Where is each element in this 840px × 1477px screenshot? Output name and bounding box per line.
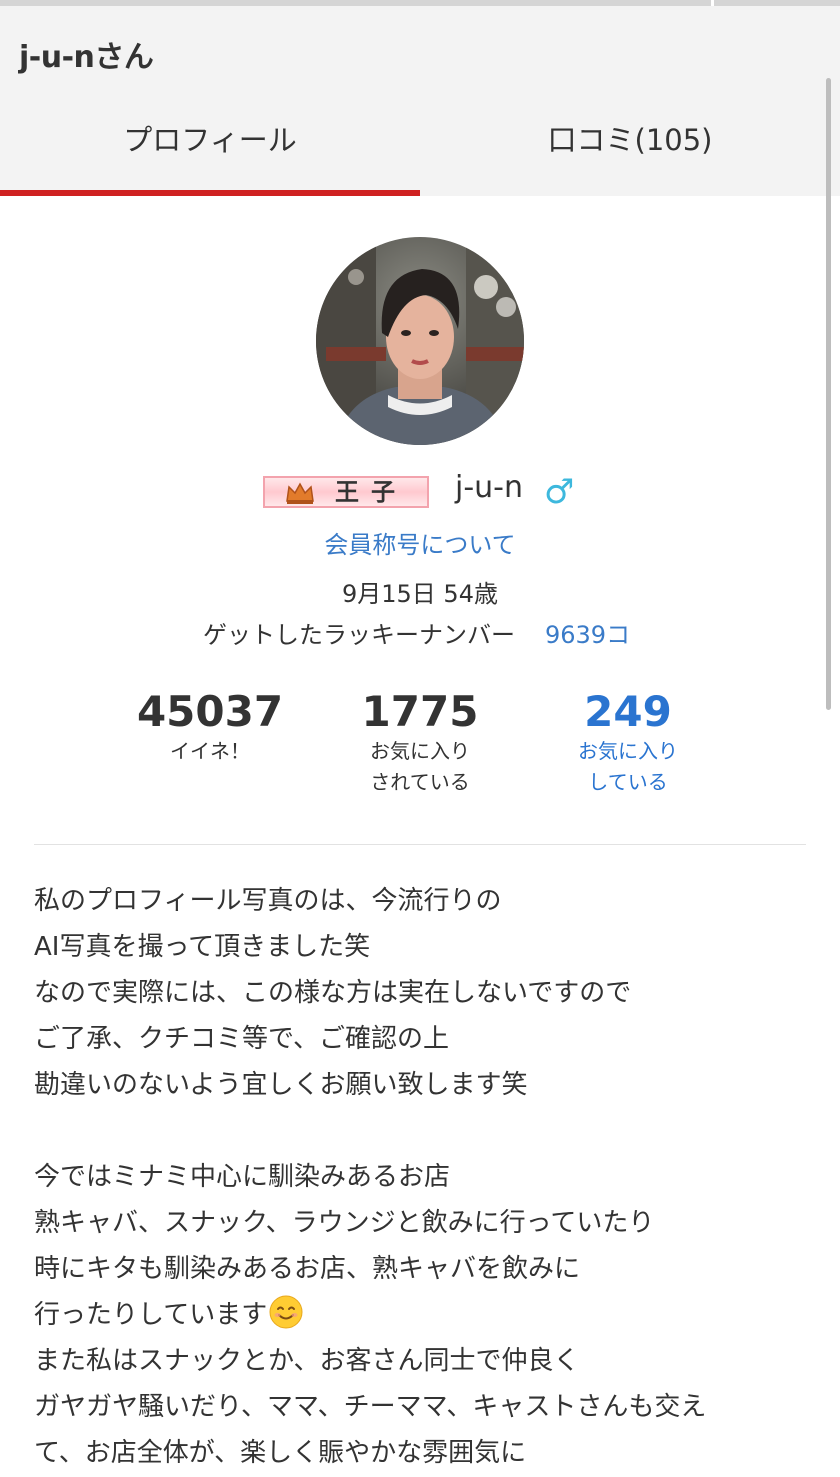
bio-line: 勘違いのないよう宜しくお願い致します笑	[34, 1070, 528, 1100]
bio-line: ガヤガヤ騒いだり、ママ、チーママ、キャストさんも交え	[34, 1392, 707, 1422]
stat-value: 45037	[136, 687, 284, 736]
lucky-number-value[interactable]: 9639コ	[545, 615, 630, 650]
male-icon: ♂	[544, 472, 575, 512]
name-row: 王子 j-u-n ♂	[0, 468, 840, 514]
bio-line: 今ではミナミ中心に馴染みあるお店	[34, 1162, 451, 1192]
birthday-age: 9月15日 54歳	[342, 580, 498, 608]
bio-line: 時にキタも馴染みあるお店、熟キャバを飲みに	[34, 1254, 581, 1284]
stat-value: 249	[584, 687, 672, 736]
stat-likes: 45037 イイネ！	[100, 688, 320, 767]
stat-label: している	[588, 770, 668, 794]
lucky-number-label: ゲットしたラッキーナンバー	[203, 621, 515, 649]
rank-label: 王子	[335, 478, 407, 506]
stat-label: お気に入り	[578, 739, 678, 763]
bio-line: なので実際には、この様な方は実在しないですので	[34, 978, 632, 1008]
scrollbar[interactable]	[826, 78, 831, 710]
username: j-u-n	[455, 470, 524, 505]
bio-line: ご了承、クチコミ等で、ご確認の上	[34, 1024, 449, 1054]
avatar[interactable]	[316, 237, 524, 445]
rank-badge[interactable]: 王子	[263, 476, 429, 508]
smiling-face-emoji-icon	[269, 1295, 303, 1329]
tab-profile[interactable]: プロフィール	[0, 120, 420, 196]
active-tab-indicator	[0, 190, 420, 196]
bio-line: 私のプロフィール写真のは、今流行りの	[34, 886, 502, 916]
stat-value: 1775	[361, 687, 479, 736]
bio-text: 私のプロフィール写真のは、今流行りの AI写真を撮って頂きました笑 なので実際に…	[34, 878, 824, 1476]
bio-line: て、お店全体が、楽しく賑やかな雰囲気に	[34, 1438, 527, 1468]
bio-line: 熟キャバ、スナック、ラウンジと飲みに行っていたり	[34, 1208, 655, 1238]
bio-line: AI写真を撮って頂きました笑	[34, 932, 371, 962]
crown-icon	[286, 482, 314, 504]
member-title-link[interactable]: 会員称号について	[0, 525, 840, 560]
stat-favorited: 1775 お気に入り されている	[310, 688, 530, 798]
stat-label: お気に入り	[370, 739, 470, 763]
divider	[34, 844, 806, 845]
bio-blank-line	[34, 1108, 824, 1154]
page-title: j-u-nさん	[19, 40, 154, 75]
bio-line-text: 行ったりしています	[34, 1300, 268, 1330]
bio-line: また私はスナックとか、お客さん同士で仲良く	[34, 1346, 580, 1376]
stat-label: されている	[370, 770, 470, 794]
stat-label: イイネ！	[170, 739, 250, 763]
profile-header: j-u-nさん プロフィール 口コミ(105)	[0, 6, 840, 196]
stat-favoriting[interactable]: 249 お気に入り している	[518, 688, 738, 798]
tab-reviews[interactable]: 口コミ(105)	[420, 120, 840, 196]
bio-line-with-emoji: 行ったりしています	[34, 1292, 824, 1338]
